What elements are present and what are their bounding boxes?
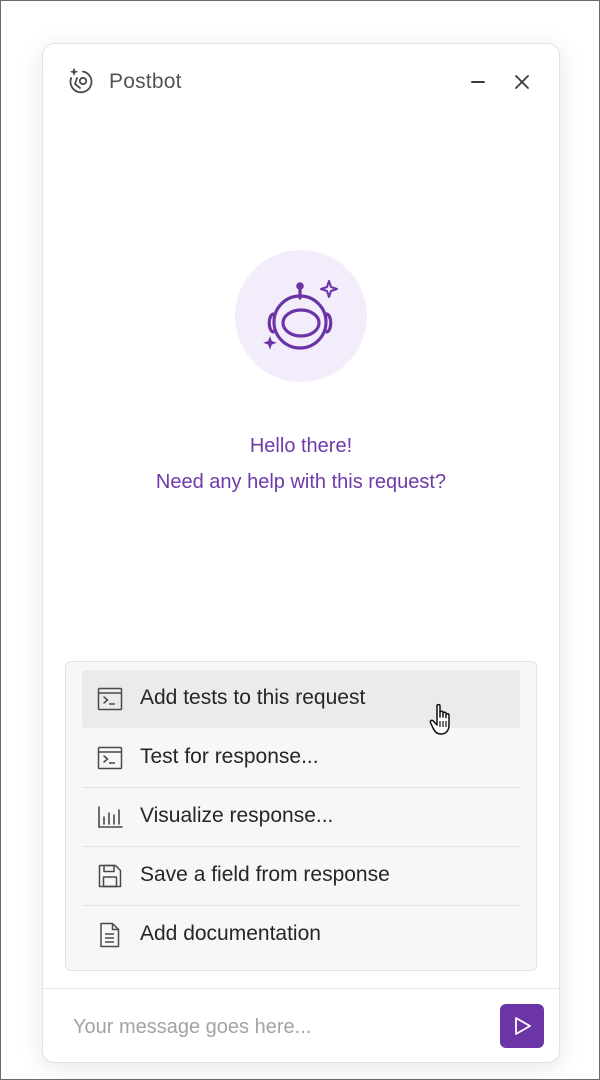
suggestion-test-response[interactable]: Test for response...: [82, 729, 520, 788]
suggestion-label: Test for response...: [140, 745, 319, 768]
greeting-line-2: Need any help with this request?: [155, 471, 447, 493]
greeting-text: Hello there! Need any help with this req…: [43, 428, 559, 500]
postbot-avatar: [235, 250, 367, 382]
send-button[interactable]: [500, 1004, 544, 1048]
postbot-panel: Postbot Hello there! Need any help with …: [42, 43, 560, 1063]
suggestion-visualize-response[interactable]: Visualize response...: [82, 788, 520, 847]
message-composer: [43, 988, 559, 1062]
suggestion-label: Visualize response...: [140, 804, 334, 827]
bar-chart-icon: [96, 803, 124, 831]
suggestions-list: Add tests to this request Test for respo…: [65, 661, 537, 971]
suggestion-add-tests[interactable]: Add tests to this request: [82, 670, 520, 735]
terminal-icon: [96, 744, 124, 772]
panel-title: Postbot: [109, 70, 182, 93]
terminal-icon: [96, 685, 124, 713]
suggestion-label: Add documentation: [140, 922, 321, 945]
suggestion-save-field[interactable]: Save a field from response: [82, 847, 520, 906]
greeting-line-1: Hello there!: [249, 435, 353, 457]
postbot-logo-icon: [65, 66, 95, 96]
send-icon: [515, 1017, 531, 1035]
save-icon: [96, 862, 124, 890]
suggestion-add-documentation[interactable]: Add documentation: [82, 906, 520, 964]
astronaut-helmet-icon: [263, 280, 338, 350]
suggestion-label: Save a field from response: [140, 863, 390, 886]
minimize-icon[interactable]: [466, 70, 490, 94]
message-input[interactable]: [73, 1013, 483, 1041]
close-icon[interactable]: [510, 70, 534, 94]
suggestion-label: Add tests to this request: [140, 686, 366, 709]
document-icon: [96, 921, 124, 949]
panel-header: Postbot: [43, 44, 559, 120]
